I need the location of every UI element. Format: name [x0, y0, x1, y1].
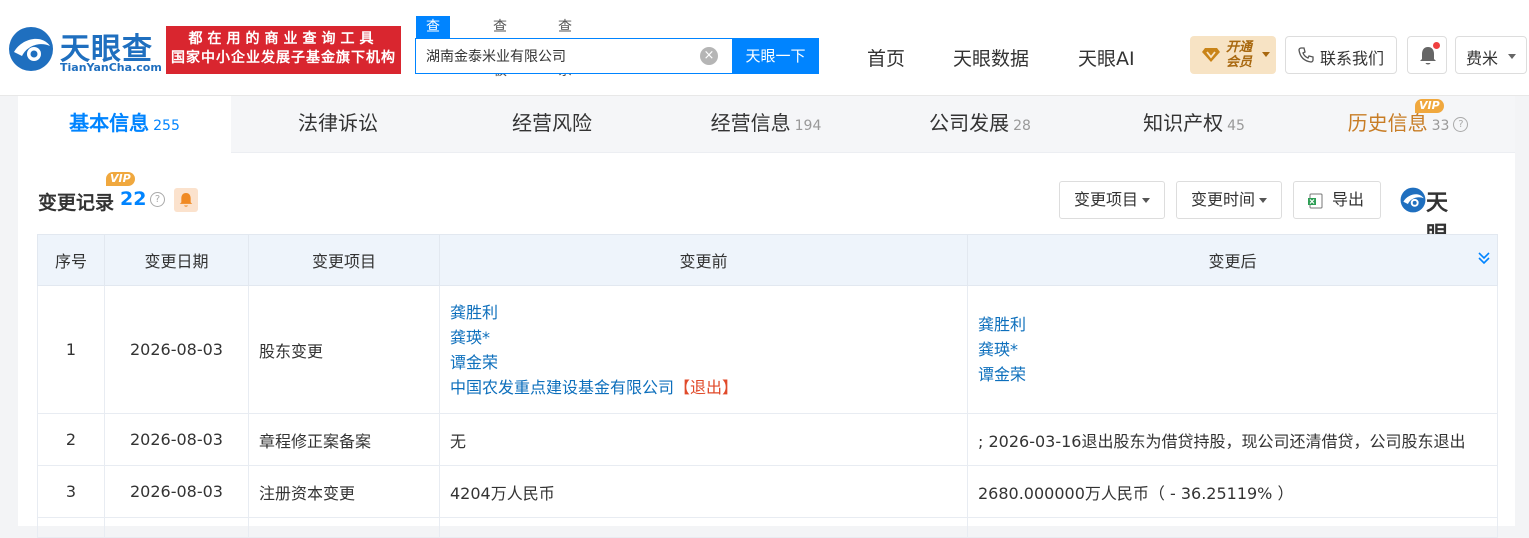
nav-data[interactable]: 天眼数据 — [953, 44, 1029, 71]
col-header-before: 变更前 — [439, 234, 968, 286]
shareholder-link[interactable]: 谭金荣 — [978, 362, 1487, 387]
section-tabs: 基本信息 255 法律诉讼 经营风险 经营信息 194 公司发展 28 知识产权 45 … — [18, 96, 1515, 153]
cell-date: 2026-08-03 — [104, 285, 249, 414]
subscribe-button[interactable] — [174, 188, 198, 212]
help-icon[interactable]: ? — [1453, 117, 1469, 132]
shareholder-link[interactable]: 谭金荣 — [450, 350, 957, 375]
search-tab-relation[interactable]: 查关系 — [558, 16, 572, 79]
chevron-down-icon — [1262, 52, 1270, 57]
open-vip-button[interactable]: 开通 会员 — [1190, 36, 1276, 74]
logo-domain: TianYanCha.com — [60, 61, 162, 74]
table-row: 3 2026-08-03 注册资本变更 4204万人民币 2680.000000… — [37, 465, 1498, 518]
export-button[interactable]: 导出 — [1293, 181, 1381, 219]
cell-no: 3 — [37, 465, 105, 518]
exit-tag: 【退出】 — [674, 377, 739, 397]
promo-line1: 都在用的商业查询工具 — [188, 31, 379, 47]
tab-operation[interactable]: 经营信息 194 — [659, 96, 873, 153]
cell-item: 章程修正案备案 — [248, 413, 440, 466]
contact-label: 联系我们 — [1320, 49, 1385, 68]
vip-badge: VIP — [106, 172, 135, 186]
vip-badge: VIP — [1415, 99, 1444, 113]
cell-date: 2026-08-03 — [104, 465, 249, 518]
chevron-down-icon — [1259, 198, 1268, 203]
col-header-date: 变更日期 — [104, 234, 249, 286]
tab-history[interactable]: 历史信息 33? — [1301, 96, 1515, 153]
logo-eye-icon — [1400, 187, 1426, 213]
bell-icon — [1420, 47, 1436, 65]
top-header: 天眼查 TianYanCha.com 都在用的商业查询工具 国家中小企业发展子基… — [0, 0, 1529, 96]
clear-icon[interactable]: × — [700, 47, 718, 65]
cell-before: 4204万人民币 — [439, 465, 968, 518]
shareholder-link[interactable]: 中国农发重点建设基金有限公司【退出】 — [450, 375, 957, 400]
table-row: 1 2026-08-03 股东变更 龚胜利 龚瑛* 谭金荣 中国农发重点建设基金… — [37, 285, 1498, 414]
search-button[interactable]: 天眼一下 — [732, 38, 819, 74]
unread-dot — [1433, 42, 1440, 49]
cell-before: 龚胜利 龚瑛* 谭金荣 中国农发重点建设基金有限公司【退出】 — [439, 285, 968, 414]
col-header-after: 变更后 — [967, 234, 1498, 286]
cell-after: ; 2026-03-16退出股东为借贷持股，现公司还清借贷，公司股东退出 — [967, 413, 1498, 466]
user-name: 费米 — [1466, 49, 1499, 68]
shareholder-link[interactable]: 龚瑛* — [978, 337, 1487, 362]
main-panel: 基本信息 255 法律诉讼 经营风险 经营信息 194 公司发展 28 知识产权 45 … — [18, 96, 1515, 538]
site-logo[interactable]: 天眼查 TianYanCha.com — [8, 24, 162, 76]
nav-home[interactable]: 首页 — [867, 44, 905, 71]
vip-label: 开通 会员 — [1226, 40, 1253, 70]
table-header-row: 序号 变更日期 变更项目 变更前 变更后 — [37, 234, 1498, 286]
tab-litigation[interactable]: 法律诉讼 — [231, 96, 445, 153]
cell-before: 无 — [439, 413, 968, 466]
table-row — [37, 517, 1498, 538]
promo-line2: 国家中小企业发展子基金旗下机构 — [171, 50, 396, 66]
shareholder-link[interactable]: 龚胜利 — [978, 312, 1487, 337]
help-icon[interactable]: ? — [150, 192, 165, 207]
cell-item: 注册资本变更 — [248, 465, 440, 518]
diamond-icon — [1202, 48, 1220, 62]
phone-icon — [1298, 47, 1314, 63]
tab-ip[interactable]: 知识产权 45 — [1087, 96, 1301, 153]
tab-development[interactable]: 公司发展 28 — [873, 96, 1087, 153]
filter-time-dropdown[interactable]: 变更时间 — [1176, 181, 1283, 219]
nav-ai[interactable]: 天眼AI — [1078, 44, 1135, 71]
filter-item-dropdown[interactable]: 变更项目 — [1059, 181, 1166, 219]
search-input[interactable] — [426, 39, 696, 73]
section-title: 变更记录 — [38, 192, 115, 214]
promo-banner[interactable]: 都在用的商业查询工具 国家中小企业发展子基金旗下机构 — [166, 26, 401, 74]
search-tab-company[interactable]: 查公司 — [416, 16, 450, 79]
col-header-no: 序号 — [37, 234, 105, 286]
shareholder-link[interactable]: 龚瑛* — [450, 325, 957, 350]
chevron-down-icon — [1508, 54, 1516, 59]
notification-button[interactable] — [1407, 36, 1447, 74]
logo-eye-icon — [9, 27, 53, 71]
cell-date: 2026-08-03 — [104, 413, 249, 466]
user-menu[interactable]: 费米 — [1455, 36, 1527, 74]
chevron-down-icon — [1142, 198, 1151, 203]
search-box: × — [415, 38, 733, 74]
bell-icon — [179, 193, 193, 207]
table-row: 2 2026-08-03 章程修正案备案 无 ; 2026-03-16退出股东为… — [37, 413, 1498, 466]
col-header-item: 变更项目 — [248, 234, 440, 286]
contact-button[interactable]: 联系我们 — [1285, 36, 1397, 74]
change-record-table: 序号 变更日期 变更项目 变更前 变更后 1 2026-08-03 股东变更 龚… — [37, 234, 1498, 538]
shareholder-link[interactable]: 龚胜利 — [450, 300, 957, 325]
cell-no: 1 — [37, 285, 105, 414]
cell-after: 2680.000000万人民币（ - 36.25119% ） — [967, 465, 1498, 518]
cell-no: 2 — [37, 413, 105, 466]
cell-item: 股东变更 — [248, 285, 440, 414]
tab-basic-info[interactable]: 基本信息 255 — [18, 96, 231, 153]
cell-after: 龚胜利 龚瑛* 谭金荣 — [967, 285, 1498, 414]
tab-risk[interactable]: 经营风险 — [445, 96, 659, 153]
section-count: 22 — [120, 188, 147, 210]
excel-icon — [1308, 193, 1323, 208]
search-tab-boss[interactable]: 查老板 — [493, 16, 507, 79]
expand-icon[interactable] — [1477, 251, 1491, 265]
